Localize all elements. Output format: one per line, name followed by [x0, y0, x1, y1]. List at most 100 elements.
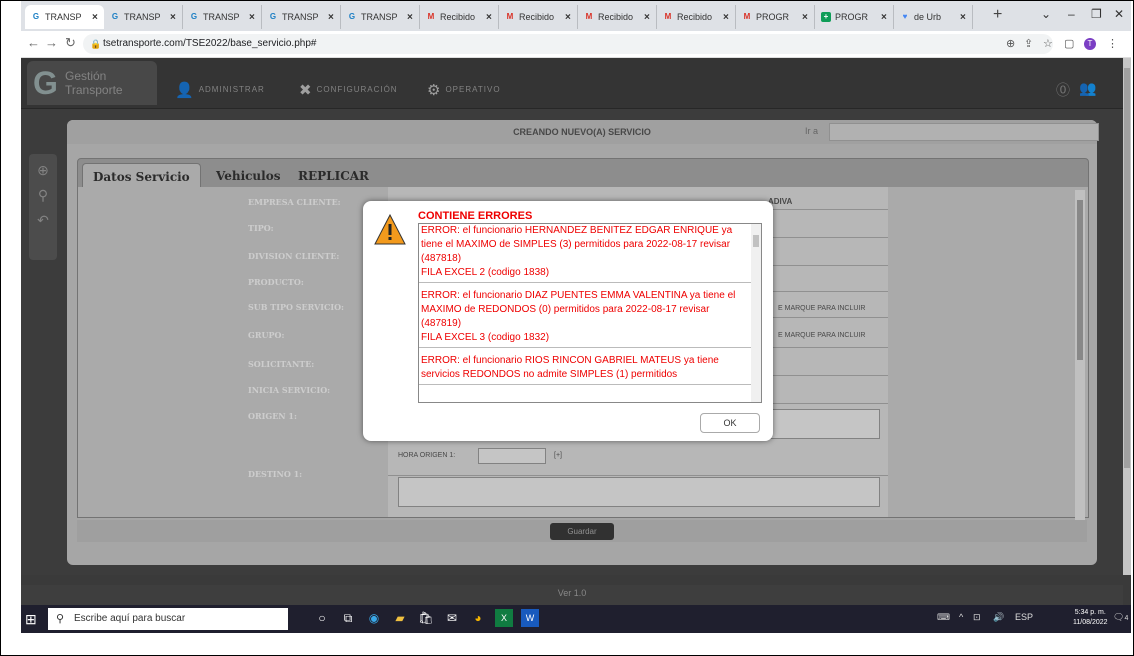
browser-tab-label: Recibido — [598, 12, 634, 22]
excel-icon[interactable]: X — [495, 609, 513, 627]
error-message: ERROR: el funcionario HERNANDEZ BENITEZ … — [419, 224, 761, 283]
network-icon[interactable]: ⊡ — [973, 612, 981, 623]
windows-start-icon[interactable]: ⊞ — [25, 611, 37, 628]
close-tab-icon[interactable]: × — [170, 12, 182, 23]
bookmark-star-icon[interactable]: ☆ — [1043, 37, 1053, 50]
g-app-icon: G — [111, 12, 119, 21]
dialog-title: CONTIENE ERRORES — [418, 210, 533, 222]
browser-tab[interactable]: M Recibido × — [420, 5, 499, 29]
close-tab-icon[interactable]: × — [249, 12, 261, 23]
browser-tab[interactable]: ♥ de Urb × — [894, 5, 973, 29]
g-app-icon: G — [190, 12, 198, 21]
task-view-icon[interactable]: ⧉ — [339, 609, 357, 627]
browser-tab[interactable]: M Recibido × — [499, 5, 578, 29]
chrome-icon[interactable]: ◕ — [469, 609, 487, 627]
mail-icon[interactable]: ✉ — [443, 609, 461, 627]
notification-count: 4 — [1124, 615, 1129, 622]
url-field[interactable]: 🔒 tsetransporte.com/TSE2022/base_servici… — [83, 34, 1053, 54]
close-tab-icon[interactable]: × — [723, 12, 735, 23]
g-app-icon: G — [269, 12, 277, 21]
clock-time: 5:34 p. m. — [1074, 609, 1106, 616]
g-app-icon: G — [32, 12, 40, 21]
restore-button[interactable]: ❐ — [1091, 7, 1102, 21]
ok-button[interactable]: OK — [700, 413, 760, 433]
browser-tab-label: Recibido — [440, 12, 476, 22]
desktop: G TRANSP × G TRANSP × G TRANSP × G TRANSP × G TRANSP ×… — [21, 1, 1131, 633]
tab-search-icon[interactable]: ⌄ — [1041, 7, 1051, 21]
side-panel-icon[interactable]: ▢ — [1064, 37, 1074, 50]
browser-tab[interactable]: G TRANSP × — [183, 5, 262, 29]
browser-tab[interactable]: G TRANSP × — [104, 5, 183, 29]
screenshot-frame: G TRANSP × G TRANSP × G TRANSP × G TRANSP × G TRANSP ×… — [0, 0, 1134, 656]
forward-icon[interactable]: → — [45, 35, 58, 50]
profile-avatar[interactable]: T — [1084, 38, 1096, 50]
address-bar-row: ← → ↻ 🔒 tsetransporte.com/TSE2022/base_s… — [21, 31, 1131, 58]
lock-icon: 🔒 — [90, 39, 102, 49]
browser-tab[interactable]: G TRANSP × — [341, 5, 420, 29]
speaker-icon[interactable]: 🔊 — [993, 612, 1004, 623]
edge-icon[interactable]: ◉ — [365, 609, 383, 627]
browser-tab[interactable]: M Recibido × — [578, 5, 657, 29]
close-tab-icon[interactable]: × — [644, 12, 656, 23]
modal-overlay: CONTIENE ERRORES ERROR: el funcionario H… — [21, 58, 1131, 575]
search-icon: ⚲ — [56, 613, 65, 625]
error-scroll-thumb[interactable] — [753, 235, 759, 247]
close-tab-icon[interactable]: × — [565, 12, 577, 23]
language-indicator[interactable]: ESP — [1015, 612, 1033, 622]
clock-date: 11/08/2022 — [1073, 619, 1108, 626]
browser-tab-label: Recibido — [677, 12, 713, 22]
browser-tab-label: TRANSP — [203, 12, 240, 22]
taskbar-clock[interactable]: 5:34 p. m. 11/08/2022 — [1073, 608, 1108, 628]
browser-tab-label: TRANSP — [45, 12, 82, 22]
browser-tab-label: TRANSP — [124, 12, 161, 22]
back-icon[interactable]: ← — [27, 35, 40, 50]
browser-tab[interactable]: + PROGR × — [815, 5, 894, 29]
share-icon[interactable]: ⇪ — [1024, 37, 1033, 50]
g-app-icon: G — [348, 12, 356, 21]
browser-tab[interactable]: M Recibido × — [657, 5, 736, 29]
zoom-icon[interactable]: ⊕ — [1006, 37, 1015, 50]
browser-menu-icon[interactable]: ⋮ — [1107, 37, 1118, 50]
footer: Ver 1.0 — [21, 585, 1123, 605]
maps-icon: ♥ — [902, 12, 908, 21]
minimize-button[interactable]: – — [1068, 7, 1075, 21]
taskbar-search[interactable]: ⚲ Escribe aquí para buscar — [48, 608, 288, 630]
keyboard-icon[interactable]: ⌨ — [937, 612, 950, 623]
browser-tab[interactable]: G TRANSP × — [262, 5, 341, 29]
warning-icon — [374, 213, 406, 245]
new-tab-button[interactable]: + — [993, 6, 1002, 24]
browser-tab-label: TRANSP — [282, 12, 319, 22]
browser-tab-label: TRANSP — [361, 12, 398, 22]
cortana-icon[interactable]: ○ — [313, 609, 331, 627]
close-tab-icon[interactable]: × — [407, 12, 419, 23]
close-tab-icon[interactable]: × — [486, 12, 498, 23]
browser-tab-label: Recibido — [519, 12, 555, 22]
windows-taskbar: ⊞ ⚲ Escribe aquí para buscar ○ ⧉ ◉ ▰ 🛍 ✉… — [21, 605, 1131, 633]
close-tab-icon[interactable]: × — [92, 12, 104, 23]
reload-icon[interactable]: ↻ — [65, 35, 76, 51]
browser-tab[interactable]: M PROGR × — [736, 5, 815, 29]
close-tab-icon[interactable]: × — [328, 12, 340, 23]
browser-tab-label: PROGR — [756, 12, 790, 22]
show-hidden-icon[interactable]: ^ — [959, 612, 963, 622]
sheets-icon: + — [821, 12, 831, 22]
url-text: tsetransporte.com/TSE2022/base_servicio.… — [103, 38, 317, 49]
taskbar-search-placeholder: Escribe aquí para buscar — [74, 613, 186, 624]
error-message: ERROR: el funcionario RIOS RINCON GABRIE… — [419, 354, 761, 385]
close-window-button[interactable]: ✕ — [1114, 7, 1124, 21]
word-icon[interactable]: W — [521, 609, 539, 627]
browser-tab-label: de Urb — [914, 12, 942, 22]
browser-tab[interactable]: G TRANSP × — [25, 5, 104, 29]
store-icon[interactable]: 🛍 — [417, 609, 435, 627]
error-list: ERROR: el funcionario HERNANDEZ BENITEZ … — [418, 223, 762, 403]
error-message: ERROR: el funcionario DIAZ PUENTES EMMA … — [419, 289, 761, 348]
file-explorer-icon[interactable]: ▰ — [391, 609, 409, 627]
close-tab-icon[interactable]: × — [802, 12, 814, 23]
notifications-icon[interactable]: 🗨4 — [1113, 612, 1128, 623]
gmail-icon: M — [585, 12, 593, 21]
close-tab-icon[interactable]: × — [960, 12, 972, 23]
error-list-scrollbar[interactable] — [751, 224, 761, 402]
gmail-icon: M — [427, 12, 435, 21]
gmail-icon: M — [506, 12, 514, 21]
close-tab-icon[interactable]: × — [881, 12, 893, 23]
